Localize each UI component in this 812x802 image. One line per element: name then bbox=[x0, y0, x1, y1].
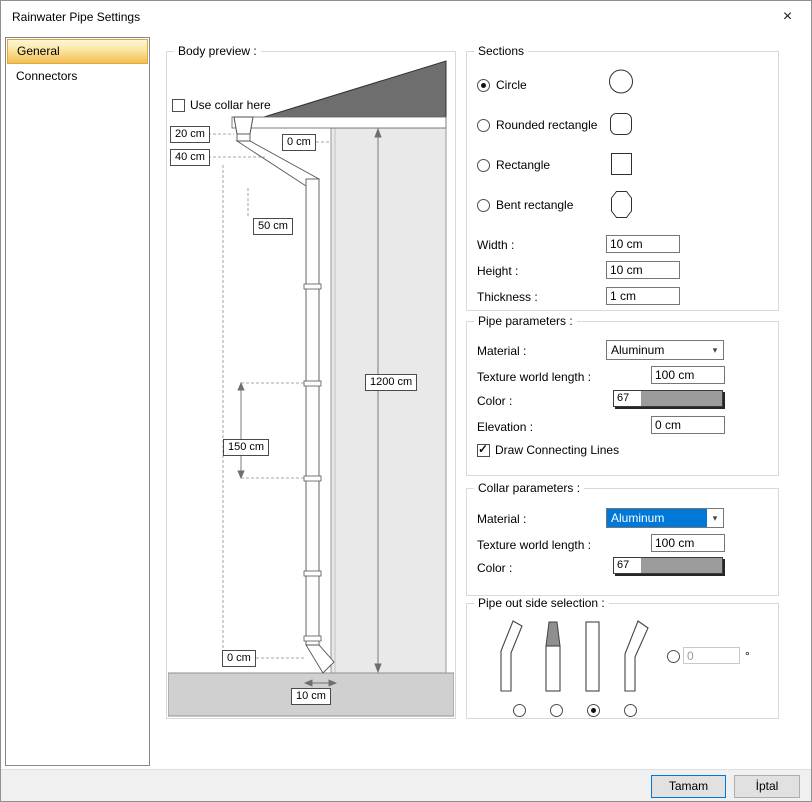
dim-label-50cm: 50 cm bbox=[253, 218, 293, 235]
dim-label-40cm: 40 cm bbox=[170, 149, 210, 166]
pipe-texture-length-label: Texture world length : bbox=[477, 370, 591, 384]
collar-color-value: 67 bbox=[614, 558, 641, 573]
collar-material-value: Aluminum bbox=[607, 509, 707, 527]
rectangle-shape-icon bbox=[610, 152, 633, 176]
pipe-material-value: Aluminum bbox=[607, 341, 707, 359]
use-collar-checkbox[interactable]: Use collar here bbox=[172, 98, 271, 112]
radio-section-rounded-rectangle[interactable] bbox=[477, 119, 490, 132]
radio-section-rectangle[interactable] bbox=[477, 159, 490, 172]
dim-label-10cm: 10 cm bbox=[291, 688, 331, 705]
pipe-out-left-bend-icon bbox=[495, 620, 525, 694]
pipe-texture-length-input[interactable] bbox=[651, 366, 725, 384]
draw-connecting-lines-label: Draw Connecting Lines bbox=[495, 443, 619, 457]
dim-label-0cm-top: 0 cm bbox=[282, 134, 316, 151]
degree-symbol: ° bbox=[745, 649, 750, 663]
thickness-label: Thickness : bbox=[477, 290, 538, 304]
pipe-parameters-group-label: Pipe parameters : bbox=[474, 314, 577, 329]
chevron-down-icon: ▾ bbox=[707, 509, 723, 527]
pipe-out-funnel-top-icon bbox=[542, 620, 564, 694]
pipe-color-swatch bbox=[641, 391, 722, 406]
dim-label-20cm: 20 cm bbox=[170, 126, 210, 143]
sidebar: General Connectors bbox=[5, 37, 150, 766]
height-label: Height : bbox=[477, 264, 518, 278]
pipe-out-angle-input[interactable] bbox=[683, 647, 740, 664]
radio-pipe-out-left-bend[interactable] bbox=[513, 704, 526, 717]
collar-color-swatch bbox=[641, 558, 722, 573]
dim-label-0cm-bottom: 0 cm bbox=[222, 650, 256, 667]
radio-pipe-out-custom-angle[interactable] bbox=[667, 650, 680, 663]
radio-section-circle[interactable] bbox=[477, 79, 490, 92]
section-circle-label: Circle bbox=[496, 78, 527, 92]
radio-pipe-out-right-bend[interactable] bbox=[624, 704, 637, 717]
close-icon: × bbox=[783, 8, 792, 26]
section-bent-rectangle-label: Bent rectangle bbox=[496, 198, 573, 212]
radio-pipe-out-funnel[interactable] bbox=[550, 704, 563, 717]
close-button[interactable]: × bbox=[765, 2, 810, 31]
collar-color-picker[interactable]: 67 bbox=[613, 557, 723, 574]
sidebar-item-general[interactable]: General bbox=[7, 39, 148, 64]
radio-pipe-out-straight[interactable] bbox=[587, 704, 600, 717]
collar-texture-length-input[interactable] bbox=[651, 534, 725, 552]
pipe-material-select[interactable]: Aluminum ▾ bbox=[606, 340, 724, 360]
pipe-elevation-label: Elevation : bbox=[477, 420, 533, 434]
title-bar: Rainwater Pipe Settings × bbox=[1, 1, 811, 32]
window-title: Rainwater Pipe Settings bbox=[12, 10, 140, 24]
chevron-down-icon: ▾ bbox=[707, 341, 723, 359]
collar-parameters-group-label: Collar parameters : bbox=[474, 481, 584, 496]
dim-label-1200cm: 1200 cm bbox=[365, 374, 417, 391]
section-rounded-rectangle-label: Rounded rectangle bbox=[496, 118, 597, 132]
width-input[interactable] bbox=[606, 235, 680, 253]
draw-connecting-lines-checkbox[interactable]: ✓ Draw Connecting Lines bbox=[477, 443, 619, 457]
height-input[interactable] bbox=[606, 261, 680, 279]
collar-material-select[interactable]: Aluminum ▾ bbox=[606, 508, 724, 528]
pipe-color-picker[interactable]: 67 bbox=[613, 390, 723, 407]
sidebar-item-connectors[interactable]: Connectors bbox=[7, 64, 148, 89]
ok-button[interactable]: Tamam bbox=[651, 775, 726, 798]
circle-shape-icon bbox=[608, 68, 634, 95]
draw-connecting-lines-checkbox-box[interactable]: ✓ bbox=[477, 444, 490, 457]
sections-group-label: Sections bbox=[474, 44, 528, 59]
pipe-color-value: 67 bbox=[614, 391, 641, 406]
collar-texture-length-label: Texture world length : bbox=[477, 538, 591, 552]
pipe-color-label: Color : bbox=[477, 394, 512, 408]
rainwater-pipe-settings-dialog: Rainwater Pipe Settings × General Connec… bbox=[0, 0, 812, 802]
radio-section-bent-rectangle[interactable] bbox=[477, 199, 490, 212]
pipe-material-label: Material : bbox=[477, 344, 526, 358]
thickness-input[interactable] bbox=[606, 287, 680, 305]
pipe-elevation-input[interactable] bbox=[651, 416, 725, 434]
dim-label-150cm: 150 cm bbox=[223, 439, 269, 456]
cancel-button[interactable]: İptal bbox=[734, 775, 800, 798]
collar-material-label: Material : bbox=[477, 512, 526, 526]
rounded-rectangle-shape-icon bbox=[609, 112, 633, 136]
use-collar-checkbox-box[interactable] bbox=[172, 99, 185, 112]
use-collar-label: Use collar here bbox=[190, 98, 271, 112]
check-icon: ✓ bbox=[478, 442, 488, 456]
pipe-out-straight-icon bbox=[584, 620, 602, 694]
pipe-out-side-group-label: Pipe out side selection : bbox=[474, 596, 609, 611]
bent-rectangle-shape-icon bbox=[610, 190, 633, 219]
section-rectangle-label: Rectangle bbox=[496, 158, 550, 172]
collar-color-label: Color : bbox=[477, 561, 512, 575]
pipe-out-right-bend-icon bbox=[616, 620, 650, 694]
width-label: Width : bbox=[477, 238, 514, 252]
